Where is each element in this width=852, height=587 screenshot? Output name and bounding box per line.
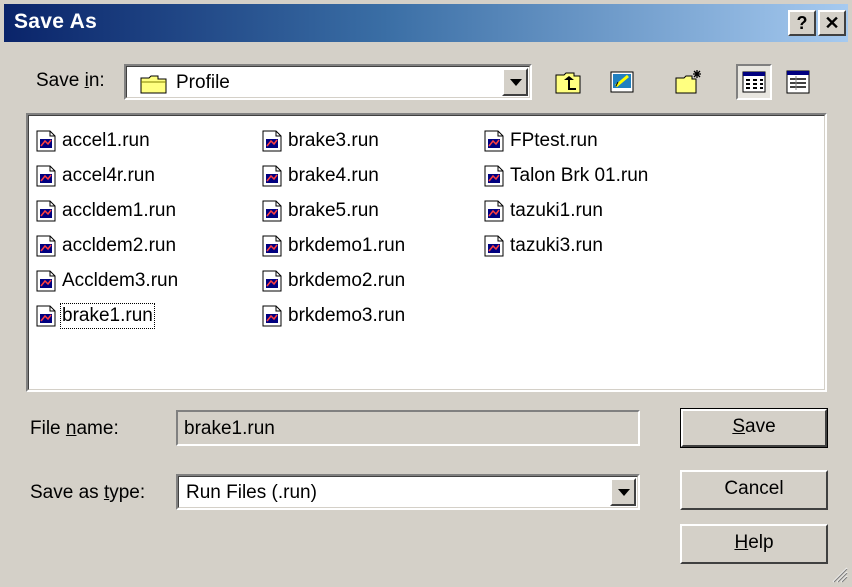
file-item-name: brake5.run xyxy=(288,199,379,221)
file-item-name: brkdemo2.run xyxy=(288,269,406,291)
run-file-icon xyxy=(36,200,56,221)
file-list-column-2: brake3.run brake4.run brake5.run brkdemo1.r… xyxy=(262,123,405,333)
file-name-value: brake1.run xyxy=(184,418,275,439)
file-list[interactable]: accel1.run accel4r.run accldem1.run accldem… xyxy=(26,113,827,392)
file-name-label: File name: xyxy=(30,418,119,439)
list-view-button[interactable] xyxy=(736,64,772,100)
close-icon: ✕ xyxy=(824,13,840,33)
run-file-icon xyxy=(36,165,56,186)
run-file-icon xyxy=(36,235,56,256)
file-item-name: tazuki3.run xyxy=(510,234,603,256)
file-item-name: brake3.run xyxy=(288,129,379,151)
resize-grip-icon[interactable] xyxy=(828,563,848,583)
run-file-icon xyxy=(262,130,282,151)
file-item-name: accel4r.run xyxy=(62,164,155,186)
save-as-type-dropdown-arrow[interactable] xyxy=(610,478,636,506)
save-in-value: Profile xyxy=(176,72,230,93)
save-button[interactable]: Save xyxy=(680,408,828,448)
file-item[interactable]: brake5.run xyxy=(262,193,405,228)
window-title: Save As xyxy=(14,10,98,33)
file-item[interactable]: brkdemo3.run xyxy=(262,298,405,333)
run-file-icon xyxy=(262,235,282,256)
run-file-icon xyxy=(262,200,282,221)
save-as-type-dropdown[interactable]: Run Files (.run) xyxy=(176,474,640,510)
file-item-name: Talon Brk 01.run xyxy=(510,164,649,186)
run-file-icon xyxy=(484,235,504,256)
file-item[interactable]: Talon Brk 01.run xyxy=(484,158,648,193)
run-file-icon xyxy=(36,130,56,151)
help-button[interactable]: Help xyxy=(680,524,828,564)
details-view-button[interactable] xyxy=(780,64,816,100)
run-file-icon xyxy=(36,270,56,291)
file-item-name: accel1.run xyxy=(62,129,150,151)
desktop-button[interactable] xyxy=(604,64,640,100)
cancel-button[interactable]: Cancel xyxy=(680,470,828,510)
file-item[interactable]: tazuki1.run xyxy=(484,193,648,228)
save-as-dialog: Save As ? ✕ Save in: Profile accel1.run … xyxy=(0,0,852,587)
question-icon: ? xyxy=(796,13,808,33)
file-item-name: accldem1.run xyxy=(62,199,177,221)
file-item[interactable]: brake1.run xyxy=(36,298,178,333)
save-in-dropdown[interactable]: Profile xyxy=(124,64,532,100)
file-item-name: Accldem3.run xyxy=(62,269,179,291)
save-in-label: Save in: xyxy=(36,70,105,91)
save-as-type-value: Run Files (.run) xyxy=(186,482,317,503)
up-one-level-icon xyxy=(555,72,581,94)
file-item[interactable]: tazuki3.run xyxy=(484,228,648,263)
file-item[interactable]: brake3.run xyxy=(262,123,405,158)
file-item-name: brake4.run xyxy=(288,164,379,186)
list-view-icon xyxy=(742,71,766,93)
file-item-name: FPtest.run xyxy=(510,129,598,151)
up-one-level-button[interactable] xyxy=(550,64,586,100)
new-folder-button[interactable] xyxy=(670,64,706,100)
run-file-icon xyxy=(262,305,282,326)
run-file-icon xyxy=(484,130,504,151)
save-in-dropdown-arrow[interactable] xyxy=(502,68,528,96)
file-item-name: accldem2.run xyxy=(62,234,177,256)
file-item-name: tazuki1.run xyxy=(510,199,603,221)
file-item[interactable]: accel1.run xyxy=(36,123,178,158)
title-bar[interactable]: Save As ? ✕ xyxy=(4,4,848,42)
run-file-icon xyxy=(484,165,504,186)
file-item[interactable]: accel4r.run xyxy=(36,158,178,193)
file-item[interactable]: accldem1.run xyxy=(36,193,178,228)
save-as-type-label: Save as type: xyxy=(30,482,146,503)
details-view-icon xyxy=(786,70,810,94)
file-item[interactable]: brkdemo2.run xyxy=(262,263,405,298)
file-item[interactable]: brkdemo1.run xyxy=(262,228,405,263)
run-file-icon xyxy=(36,305,56,326)
file-name-input[interactable]: brake1.run xyxy=(176,410,640,446)
folder-icon xyxy=(140,75,167,94)
file-item[interactable]: FPtest.run xyxy=(484,123,648,158)
file-item[interactable]: accldem2.run xyxy=(36,228,178,263)
file-item-name: brkdemo3.run xyxy=(288,304,406,326)
file-item-name: brake1.run xyxy=(60,302,155,329)
file-item-name: brkdemo1.run xyxy=(288,234,406,256)
file-item[interactable]: Accldem3.run xyxy=(36,263,178,298)
file-list-column-3: FPtest.run Talon Brk 01.run tazuki1.run taz… xyxy=(484,123,648,263)
run-file-icon xyxy=(262,165,282,186)
close-button[interactable]: ✕ xyxy=(818,10,846,36)
file-item[interactable]: brake4.run xyxy=(262,158,405,193)
help-question-button[interactable]: ? xyxy=(788,10,816,36)
desktop-icon xyxy=(610,71,634,93)
file-list-column-1: accel1.run accel4r.run accldem1.run accldem… xyxy=(36,123,178,333)
new-folder-icon xyxy=(675,70,701,94)
run-file-icon xyxy=(484,200,504,221)
run-file-icon xyxy=(262,270,282,291)
